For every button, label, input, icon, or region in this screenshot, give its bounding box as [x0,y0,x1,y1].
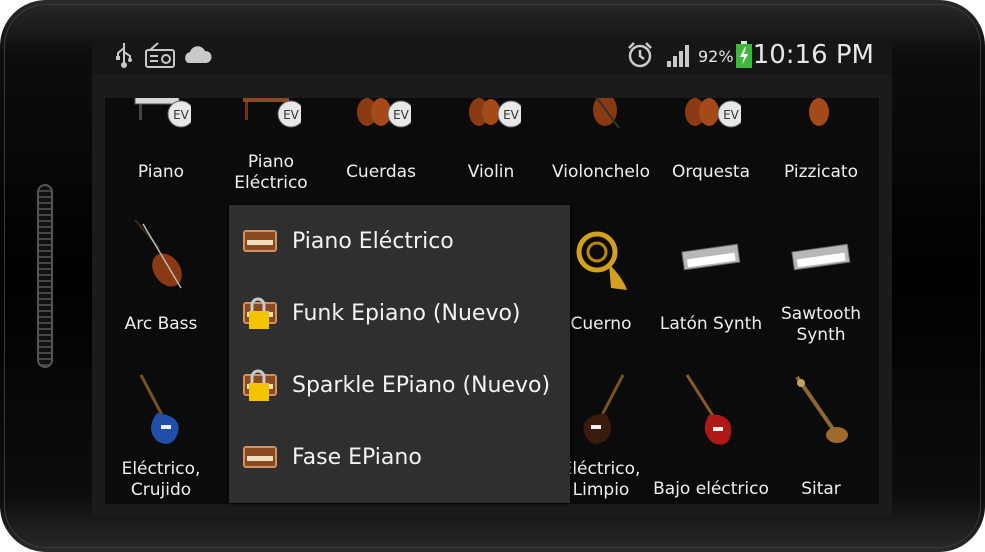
keyboard-synth-icon [791,243,851,271]
orchestra-icon: EV [685,98,741,128]
instrument-arc-bass[interactable]: Arc Bass [107,218,215,368]
clock: 10:16 PM [752,40,874,70]
bass-guitar-icon [685,374,732,445]
electric-piano-icon: EV [243,98,301,128]
violin-bow-icon [134,219,182,289]
status-bar: 92% 10:16 PM [92,36,892,74]
instrument-piano[interactable]: EV Piano [107,98,215,220]
french-horn-icon [576,231,627,290]
instrument-electric-piano[interactable]: EV Piano Eléctrico [217,98,325,220]
instrument-electric-bass[interactable]: Bajo eléctrico [653,373,769,504]
instrument-sitar[interactable]: Sitar [767,373,875,504]
signal-icon [666,42,694,68]
piano-icon: EV [134,98,191,128]
organ-icon [243,230,277,252]
instrument-cello[interactable]: Violonchelo [547,98,655,220]
cello-icon [593,98,620,129]
menu-item-piano-electrico[interactable]: Piano Eléctrico [229,205,570,277]
battery-charging-icon [735,41,753,68]
instrument-sawtooth-synth[interactable]: Sawtooth Synth [767,218,875,368]
electric-guitar-icon [139,374,179,444]
alarm-icon [626,42,654,68]
pizzicato-icon [809,98,829,126]
menu-item-sparkle-epiano[interactable]: Sparkle EPiano (Nuevo) [229,349,570,421]
svg-text:EV: EV [173,108,190,122]
menu-item-funk-epiano[interactable]: Funk Epiano (Nuevo) [229,277,570,349]
battery-percent: 92% [698,47,734,66]
radio-icon [144,42,176,68]
phone-body: 92% 10:16 PM EV Piano EV Piano Eléctrico… [0,0,985,552]
electric-guitar-icon [583,374,625,444]
organ-locked-icon [243,297,277,329]
instrument-brass-synth[interactable]: Latón Synth [657,218,765,368]
strings-icon: EV [357,98,411,128]
cloud-icon [182,42,212,68]
instrument-label-electric-piano: Piano Eléctrico [234,152,308,193]
usb-icon [114,42,134,68]
svg-text:EV: EV [283,108,300,122]
organ-icon [243,446,277,468]
preset-popup-menu: Piano Eléctrico Funk Epiano (Nuevo) Spar… [229,205,570,503]
menu-item-fase-epiano[interactable]: Fase EPiano [229,421,570,493]
instrument-pizzicato[interactable]: Pizzicato [767,98,875,220]
instrument-strings[interactable]: EV Cuerdas [327,98,435,220]
instrument-orchestra[interactable]: EV Orquesta [657,98,765,220]
svg-text:EV: EV [393,108,410,122]
keyboard-synth-icon [681,243,741,271]
organ-locked-icon [243,369,277,401]
svg-text:EV: EV [723,108,740,122]
sitar-icon [795,375,848,443]
violin-icon: EV [469,98,521,128]
instrument-electric-crunch[interactable]: Eléctrico, Crujido [107,373,215,504]
instrument-violin[interactable]: EV Violin [437,98,545,220]
speaker-grille [37,184,53,368]
svg-text:EV: EV [503,108,520,122]
